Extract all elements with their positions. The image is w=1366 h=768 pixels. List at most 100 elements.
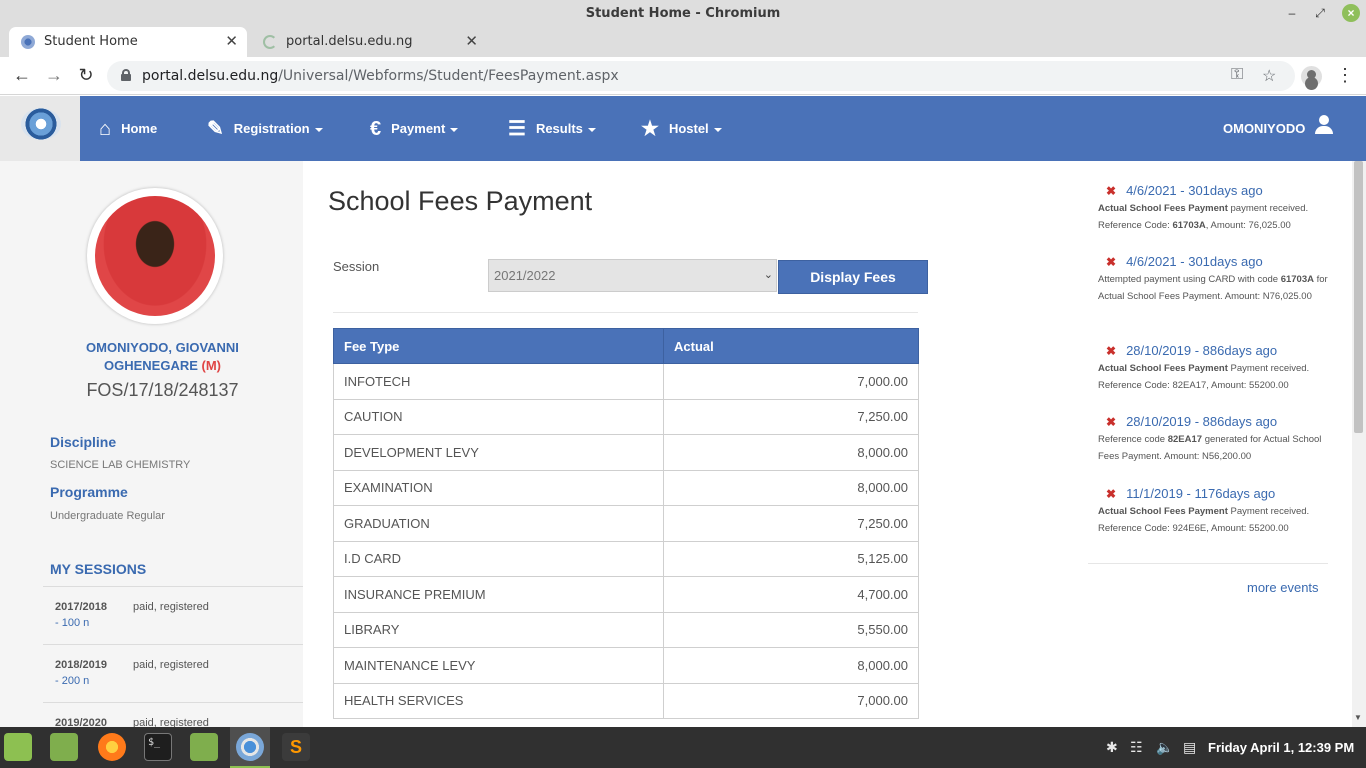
url-text[interactable]: portal.delsu.edu.ng/Universal/Webforms/S… — [142, 68, 619, 84]
tab-student-home[interactable]: Student Home ✕ — [9, 27, 247, 57]
close-window-icon[interactable]: × — [1342, 4, 1360, 22]
fee-amount-cell: 5,125.00 — [663, 540, 919, 577]
event-date[interactable]: 11/1/2019 - 1176days ago — [1126, 486, 1275, 501]
user-icon[interactable] — [1314, 115, 1334, 135]
event-item: ✖ 28/10/2019 - 886days ago Reference code … — [1098, 414, 1328, 465]
profile-avatar-icon[interactable] — [1301, 66, 1322, 87]
university-logo[interactable] — [21, 108, 61, 140]
session-row[interactable]: 2017/2018 paid, registered - 100 n — [43, 586, 303, 644]
event-heading[interactable]: ✖ 28/10/2019 - 886days ago — [1098, 343, 1328, 358]
close-tab-icon[interactable]: ✕ — [225, 32, 238, 50]
address-bar[interactable]: portal.delsu.edu.ng/Universal/Webforms/S… — [107, 61, 1295, 91]
lock-icon[interactable] — [121, 69, 131, 81]
discipline-label: Discipline — [50, 434, 117, 450]
session-select[interactable]: 2021/2022 ⌄ — [488, 259, 777, 292]
student-sidebar: OMONIYODO, GIOVANNI OGHENEGARE (M) FOS/1… — [0, 161, 303, 727]
event-description: Actual School Fees Payment Payment recei… — [1098, 363, 1310, 391]
nav-label: Payment — [391, 121, 446, 136]
failed-x-icon: ✖ — [1106, 255, 1117, 269]
event-heading[interactable]: ✖ 4/6/2021 - 301days ago — [1098, 183, 1328, 198]
fee-type-header: Fee Type — [333, 328, 664, 364]
fee-amount-cell: 7,000.00 — [663, 363, 919, 400]
bluetooth-icon[interactable]: ✱ — [1106, 739, 1118, 756]
display-fees-button[interactable]: Display Fees — [778, 260, 928, 294]
battery-icon[interactable]: ▤ — [1183, 739, 1196, 756]
maximize-icon[interactable]: ⤢ — [1311, 4, 1329, 22]
failed-x-icon: ✖ — [1106, 415, 1117, 429]
key-icon[interactable]: ⚿ — [1231, 66, 1243, 84]
reload-icon[interactable]: ↻ — [75, 65, 97, 86]
table-row: I.D CARD 5,125.00 — [333, 540, 919, 577]
session-row[interactable]: 2019/2020 paid, registered — [43, 702, 303, 727]
event-item: ✖ 4/6/2021 - 301days ago Attempted payment… — [1098, 254, 1328, 305]
nav-registration[interactable]: ✎ Registration — [207, 96, 323, 161]
nav-label: Registration — [233, 121, 310, 136]
fee-amount-cell: 7,000.00 — [663, 682, 919, 719]
fee-type-cell: MAINTENANCE LEVY — [333, 647, 664, 684]
event-date[interactable]: 28/10/2019 - 886days ago — [1126, 343, 1277, 358]
event-heading[interactable]: ✖ 11/1/2019 - 1176days ago — [1098, 486, 1328, 501]
event-description: Actual School Fees Payment Payment recei… — [1098, 506, 1310, 534]
user-menu[interactable]: OMONIYODO — [1223, 96, 1305, 161]
nav-label: Results — [535, 121, 583, 136]
event-description: Actual School Fees Payment payment recei… — [1098, 203, 1309, 231]
minimize-icon[interactable]: – — [1283, 4, 1301, 22]
discipline-value: SCIENCE LAB CHEMISTRY — [50, 459, 191, 471]
event-date[interactable]: 4/6/2021 - 301days ago — [1126, 254, 1263, 269]
event-heading[interactable]: ✖ 28/10/2019 - 886days ago — [1098, 414, 1328, 429]
sublime-text-icon[interactable]: S — [282, 733, 310, 761]
student-gender: (M) — [201, 358, 222, 373]
event-date[interactable]: 28/10/2019 - 886days ago — [1126, 414, 1277, 429]
chevron-down-icon: ⌄ — [763, 269, 773, 281]
session-row[interactable]: 2018/2019 paid, registered - 200 n — [43, 644, 303, 702]
tab-portal[interactable]: portal.delsu.edu.ng ✕ — [251, 27, 487, 57]
mint-menu-icon[interactable] — [4, 733, 32, 761]
session-status: paid, registered — [133, 601, 209, 613]
nav-results[interactable]: ☰ Results — [508, 96, 596, 161]
fee-type-cell: DEVELOPMENT LEVY — [333, 434, 664, 471]
student-photo — [87, 188, 223, 324]
volume-icon[interactable]: 🔈 — [1156, 739, 1173, 756]
logo-container[interactable] — [0, 96, 80, 161]
star-icon: ★ — [641, 118, 659, 141]
bookmark-star-icon[interactable]: ☆ — [1262, 66, 1276, 86]
nav-hostel[interactable]: ★ Hostel — [641, 96, 722, 161]
browser-menu-icon[interactable]: ⋮ — [1336, 65, 1354, 86]
session-year: 2018/2019 — [55, 659, 107, 671]
forward-arrow-icon[interactable]: → — [43, 65, 65, 86]
url-domain: portal.delsu.edu.ng — [142, 68, 279, 84]
tab-label: Student Home — [44, 34, 138, 49]
file-manager-icon[interactable] — [190, 733, 218, 761]
table-header-row: Fee Type Actual — [333, 328, 919, 364]
scroll-down-arrow-icon[interactable]: ▼ — [1354, 713, 1362, 722]
scrollbar-thumb[interactable] — [1354, 161, 1363, 433]
programme-value: Undergraduate Regular — [50, 510, 165, 522]
system-clock[interactable]: Friday April 1, 12:39 PM — [1208, 740, 1354, 755]
session-level-link[interactable]: - 200 n — [55, 675, 89, 687]
fee-amount-cell: 8,000.00 — [663, 647, 919, 684]
table-row: INFOTECH 7,000.00 — [333, 363, 919, 400]
fee-type-cell: HEALTH SERVICES — [333, 682, 664, 719]
nav-home[interactable]: ⌂ Home — [99, 96, 157, 161]
event-heading[interactable]: ✖ 4/6/2021 - 301days ago — [1098, 254, 1328, 269]
event-date[interactable]: 4/6/2021 - 301days ago — [1126, 183, 1263, 198]
session-status: paid, registered — [133, 659, 209, 671]
nav-payment[interactable]: € Payment — [370, 96, 459, 161]
session-level-link[interactable]: - 100 n — [55, 617, 89, 629]
back-arrow-icon[interactable]: ← — [11, 65, 33, 86]
session-year: 2019/2020 — [55, 717, 107, 727]
show-desktop-icon[interactable] — [50, 733, 78, 761]
firefox-icon[interactable] — [98, 733, 126, 761]
caret-down-icon — [314, 127, 323, 132]
network-icon[interactable]: ☷ — [1130, 739, 1143, 756]
chromium-icon[interactable] — [236, 733, 264, 761]
event-description: Attempted payment using CARD with code 6… — [1098, 274, 1328, 302]
euro-icon: € — [370, 118, 382, 141]
more-events-link[interactable]: more events — [1247, 580, 1319, 595]
terminal-icon[interactable]: $_ — [144, 733, 172, 761]
close-tab-icon[interactable]: ✕ — [465, 32, 478, 50]
my-sessions-heading: MY SESSIONS — [50, 561, 147, 577]
student-photo-image — [95, 196, 215, 316]
fee-type-cell: GRADUATION — [333, 505, 664, 542]
home-icon: ⌂ — [99, 118, 112, 141]
